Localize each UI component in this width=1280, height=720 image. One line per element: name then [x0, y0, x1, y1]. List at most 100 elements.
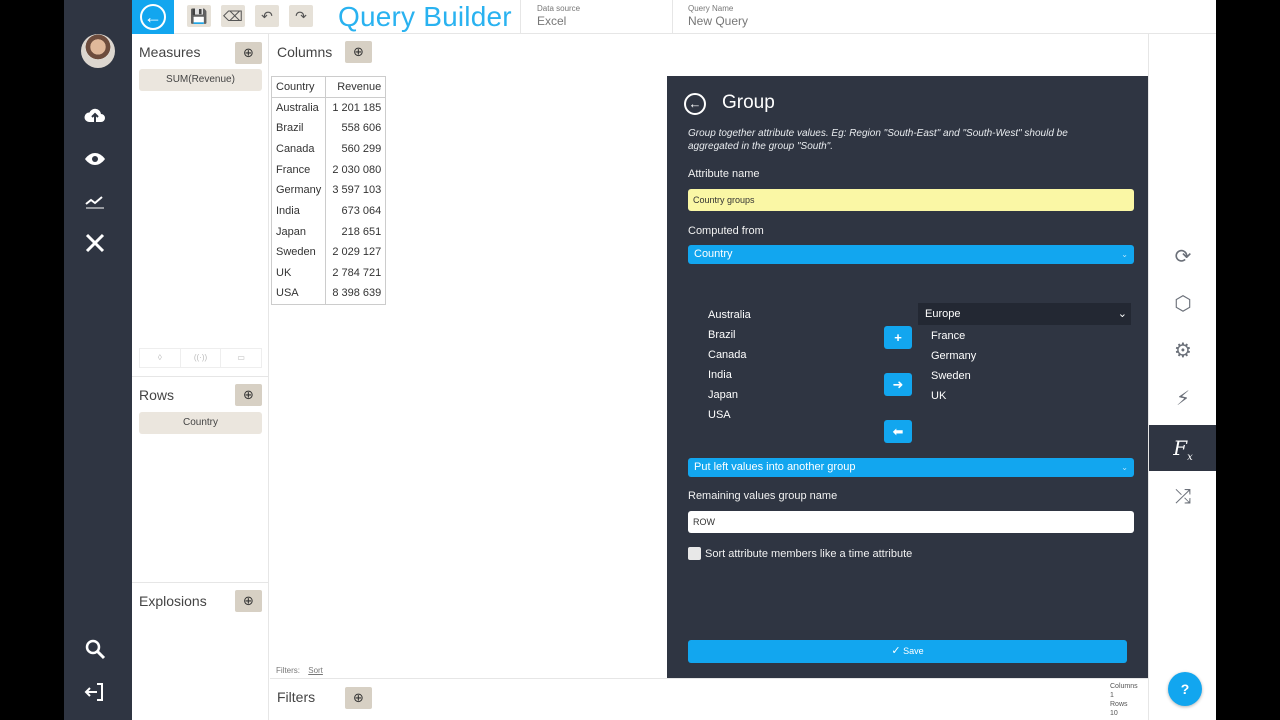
list-item[interactable]: Brazil: [708, 325, 751, 345]
list-item[interactable]: India: [708, 365, 751, 385]
gears-icon[interactable]: ⚙: [1149, 328, 1216, 374]
row-chip[interactable]: Country: [139, 412, 262, 434]
drop-icon[interactable]: ◊: [140, 349, 181, 367]
avatar[interactable]: [81, 34, 115, 68]
cell-revenue[interactable]: 2 029 127: [325, 242, 387, 263]
cell-revenue[interactable]: 560 299: [325, 138, 387, 160]
redo-icon[interactable]: ↷: [289, 5, 313, 27]
measure-chip[interactable]: SUM(Revenue): [139, 69, 262, 91]
signal-icon[interactable]: ((·)): [181, 349, 222, 367]
page-title: Query Builder: [338, 1, 512, 32]
computed-from-value: Country: [694, 248, 733, 260]
cell-country[interactable]: Canada: [270, 138, 327, 160]
cell-country[interactable]: UK: [270, 262, 327, 284]
lightning-icon[interactable]: ⚡: [1149, 376, 1216, 422]
cell-country[interactable]: Japan: [270, 221, 327, 242]
save-icon[interactable]: 💾: [187, 5, 211, 27]
cell-country[interactable]: India: [270, 200, 327, 222]
header-country[interactable]: Country: [270, 76, 327, 98]
save-button[interactable]: ✓ Save: [688, 640, 1127, 663]
cell-revenue[interactable]: 673 064: [325, 200, 387, 222]
cell-country[interactable]: Sweden: [270, 242, 327, 263]
list-item[interactable]: USA: [708, 405, 751, 425]
stats-columns-label: Columns: [1110, 683, 1138, 690]
eye-icon[interactable]: [82, 147, 108, 173]
list-item[interactable]: France: [931, 326, 976, 346]
cell-country[interactable]: USA: [270, 283, 327, 305]
logout-icon[interactable]: [82, 680, 108, 706]
datasource-value: Excel: [537, 14, 567, 28]
remaining-group-label: Remaining values group name: [688, 490, 838, 502]
cloud-upload-icon[interactable]: [82, 104, 108, 130]
stats-rows-label: Rows: [1110, 701, 1128, 708]
cell-country[interactable]: Australia: [270, 97, 327, 118]
help-chat-button[interactable]: ?: [1168, 672, 1202, 706]
cube-icon[interactable]: ⬡: [1149, 281, 1216, 327]
header-revenue[interactable]: Revenue: [325, 76, 387, 98]
list-item[interactable]: UK: [931, 386, 976, 406]
list-item[interactable]: Sweden: [931, 366, 976, 386]
add-filter-button[interactable]: ⊕: [345, 687, 372, 709]
move-right-button[interactable]: ➜: [884, 373, 912, 396]
list-item[interactable]: Australia: [708, 305, 751, 325]
comment-icon[interactable]: ▭: [221, 349, 261, 367]
list-item[interactable]: Canada: [708, 345, 751, 365]
add-column-button[interactable]: ⊕: [345, 41, 372, 63]
sort-time-label: Sort attribute members like a time attri…: [705, 548, 913, 560]
save-label: Save: [903, 646, 924, 656]
cell-revenue[interactable]: 3 597 103: [325, 179, 387, 201]
computed-from-select[interactable]: Country ⌄: [688, 245, 1134, 264]
add-measure-button[interactable]: ⊕: [235, 42, 262, 64]
cell-country[interactable]: Brazil: [270, 117, 327, 139]
tools-icon[interactable]: [82, 231, 108, 257]
cell-country[interactable]: Germany: [270, 179, 327, 201]
pivot-left-panel: Measures ⊕ SUM(Revenue) ◊ ((·)) ▭ Rows ⊕…: [132, 34, 269, 720]
top-bar: ← 💾 ⌫ ↶ ↷ Query Builder Data source Exce…: [132, 0, 1216, 34]
eraser-icon[interactable]: ⌫: [221, 5, 245, 27]
cell-revenue[interactable]: 8 398 639: [325, 283, 387, 305]
remaining-group-input[interactable]: ROW: [688, 511, 1134, 533]
video-frame: ← 💾 ⌫ ↶ ↷ Query Builder Data source Exce…: [0, 0, 1280, 720]
back-button[interactable]: ←: [132, 0, 174, 34]
datasource-label: Data source: [537, 4, 581, 13]
left-values-option-select[interactable]: Put left values into another group ⌄: [688, 458, 1134, 477]
computed-from-label: Computed from: [688, 225, 764, 237]
columns-title: Columns: [277, 44, 333, 60]
attribute-name-input[interactable]: Country groups: [688, 189, 1134, 211]
rows-title: Rows: [139, 387, 175, 403]
app-window: ← 💾 ⌫ ↶ ↷ Query Builder Data source Exce…: [64, 0, 1216, 720]
dialog-back-button[interactable]: ←: [684, 93, 706, 115]
chevron-down-icon: ⌄: [1117, 308, 1127, 320]
search-icon[interactable]: [82, 637, 108, 663]
add-row-button[interactable]: ⊕: [235, 384, 262, 406]
sort-link[interactable]: Sort: [308, 666, 323, 675]
datasource-info[interactable]: Data source Excel: [537, 4, 580, 28]
line-chart-icon[interactable]: [82, 189, 108, 215]
dialog-description: Group together attribute values. Eg: Reg…: [688, 128, 1068, 152]
query-name-field[interactable]: Query Name New Query: [688, 4, 748, 28]
stats-rows-value: 10: [1110, 710, 1118, 717]
cell-revenue[interactable]: 2 030 080: [325, 159, 387, 180]
arrow-left-icon: ←: [140, 4, 166, 30]
group-selector[interactable]: Europe ⌄: [918, 303, 1131, 325]
move-left-button[interactable]: ⬅: [884, 420, 912, 443]
stats-columns-value: 1: [1110, 692, 1114, 699]
table-row: Brazil 558 606: [270, 117, 387, 139]
sort-time-checkbox[interactable]: [688, 547, 701, 560]
cell-revenue[interactable]: 1 201 185: [325, 97, 387, 118]
measures-title: Measures: [139, 44, 201, 60]
attribute-name-label: Attribute name: [688, 168, 760, 180]
cell-revenue[interactable]: 2 784 721: [325, 262, 387, 284]
refresh-icon[interactable]: ⟳: [1149, 234, 1216, 280]
result-grid: Country Revenue Australia 1 201 185 Brazil…: [270, 76, 668, 678]
list-item[interactable]: Germany: [931, 346, 976, 366]
add-group-button[interactable]: +: [884, 326, 912, 349]
undo-icon[interactable]: ↶: [255, 5, 279, 27]
cell-country[interactable]: France: [270, 159, 327, 180]
cell-revenue[interactable]: 218 651: [325, 221, 387, 242]
formula-icon[interactable]: Fx: [1149, 425, 1216, 471]
add-explosion-button[interactable]: ⊕: [235, 590, 262, 612]
list-item[interactable]: Japan: [708, 385, 751, 405]
shuffle-icon[interactable]: ⤮: [1149, 474, 1216, 520]
cell-revenue[interactable]: 558 606: [325, 117, 387, 139]
